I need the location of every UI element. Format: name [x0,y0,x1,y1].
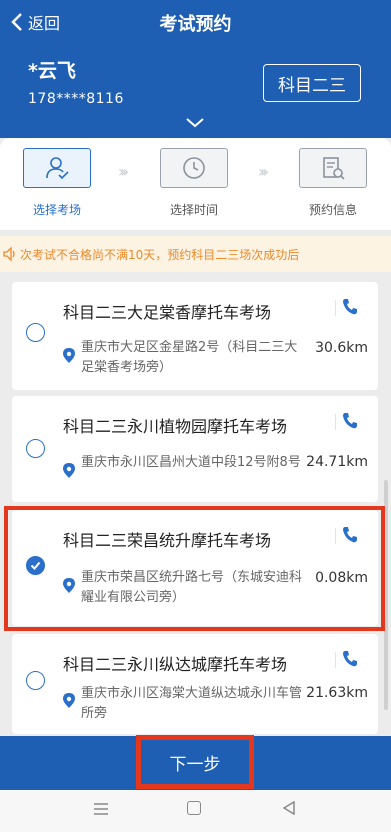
venue-radio[interactable] [26,323,45,342]
venue-radio[interactable] [26,671,45,690]
phone-icon[interactable] [342,650,358,668]
step-icon-box [23,148,91,188]
step-icon-box [160,148,228,188]
venue-distance: 0.08km [315,570,368,586]
clock-icon [183,157,205,179]
user-name: *云飞 [28,60,76,82]
venue-distance: 21.63km [306,685,368,701]
location-pin-icon [63,693,75,708]
step-booking-info[interactable]: 预约信息 [297,148,369,228]
chevron-down-icon[interactable] [186,118,204,128]
location-pin-icon [63,463,75,478]
venue-address: 重庆市永川区昌州大道中段12号附8号 [81,455,301,470]
user-phone: 178****8116 [28,91,124,107]
venue-radio[interactable] [26,439,45,458]
venue-address: 重庆市永川区海棠大道纵达城永川车管所旁 [81,686,303,721]
step-select-time[interactable]: 选择时间 [158,148,230,228]
venue-address: 重庆市荣昌区统升路七号（东城安迪科耀业有限公司旁） [81,570,303,605]
location-pin-icon [63,578,75,593]
home-icon[interactable] [187,801,201,815]
venue-name: 科目二三荣昌统升摩托车考场 [63,531,272,550]
notice-text: 次考试不合格尚不满10天，预约科目二三场次成功后 [20,247,300,262]
next-step-button[interactable]: 下一步 [136,735,254,789]
step-label: 选择时间 [169,203,218,217]
phone-icon[interactable] [342,526,358,544]
divider [335,528,336,544]
venue-name: 科目二三永川植物园摩托车考场 [63,417,288,436]
system-navigation-bar [0,790,391,832]
step-icon-box [299,148,367,188]
step-label: 选择考场 [32,203,81,217]
back-triangle-icon[interactable] [283,801,295,815]
venue-card[interactable]: 科目二三大足棠香摩托车考场 重庆市大足区金星路2号（科目二三大足棠香考场旁） 3… [12,282,378,390]
page-title: 考试预约 [159,14,232,35]
divider [335,414,336,430]
phone-icon[interactable] [342,412,358,430]
step-indicator: 选择考场 ››› 选择时间 ››› 预约信息 [0,138,391,230]
document-search-icon [323,157,345,180]
step-label: 预约信息 [308,203,357,217]
menu-icon[interactable] [94,803,108,815]
venue-name: 科目二三大足棠香摩托车考场 [63,303,272,322]
venue-distance: 24.71km [306,454,368,470]
divider [335,652,336,668]
person-check-icon [46,157,69,180]
subject-button[interactable]: 科目二三 [263,64,361,102]
speaker-icon [3,246,15,262]
step-arrow-icon: ››› [258,162,269,181]
divider [335,300,336,316]
venue-name: 科目二三永川纵达城摩托车考场 [63,655,288,674]
checkmark-icon [30,561,41,570]
venue-radio-checked[interactable] [26,556,45,575]
venue-card-selected[interactable]: 科目二三荣昌统升摩托车考场 重庆市荣昌区统升路七号（东城安迪科耀业有限公司旁） … [12,510,378,626]
step-arrow-icon: ››› [118,162,129,181]
venue-card[interactable]: 科目二三永川纵达城摩托车考场 重庆市永川区海棠大道纵达城永川车管所旁 21.63… [12,634,378,734]
venue-card[interactable]: 科目二三永川植物园摩托车考场 重庆市永川区昌州大道中段12号附8号 24.71k… [12,396,378,502]
header-bar: 返回 考试预约 *云飞 178****8116 科目二三 [0,0,391,138]
location-pin-icon [63,348,75,363]
step-select-venue[interactable]: 选择考场 [21,148,93,228]
venue-distance: 30.6km [315,340,368,356]
notice-banner: 次考试不合格尚不满10天，预约科目二三场次成功后 [0,236,391,272]
venue-address: 重庆市大足区金星路2号（科目二三大足棠香考场旁） [81,340,298,375]
phone-icon[interactable] [342,298,358,316]
scrollbar[interactable] [384,480,388,710]
